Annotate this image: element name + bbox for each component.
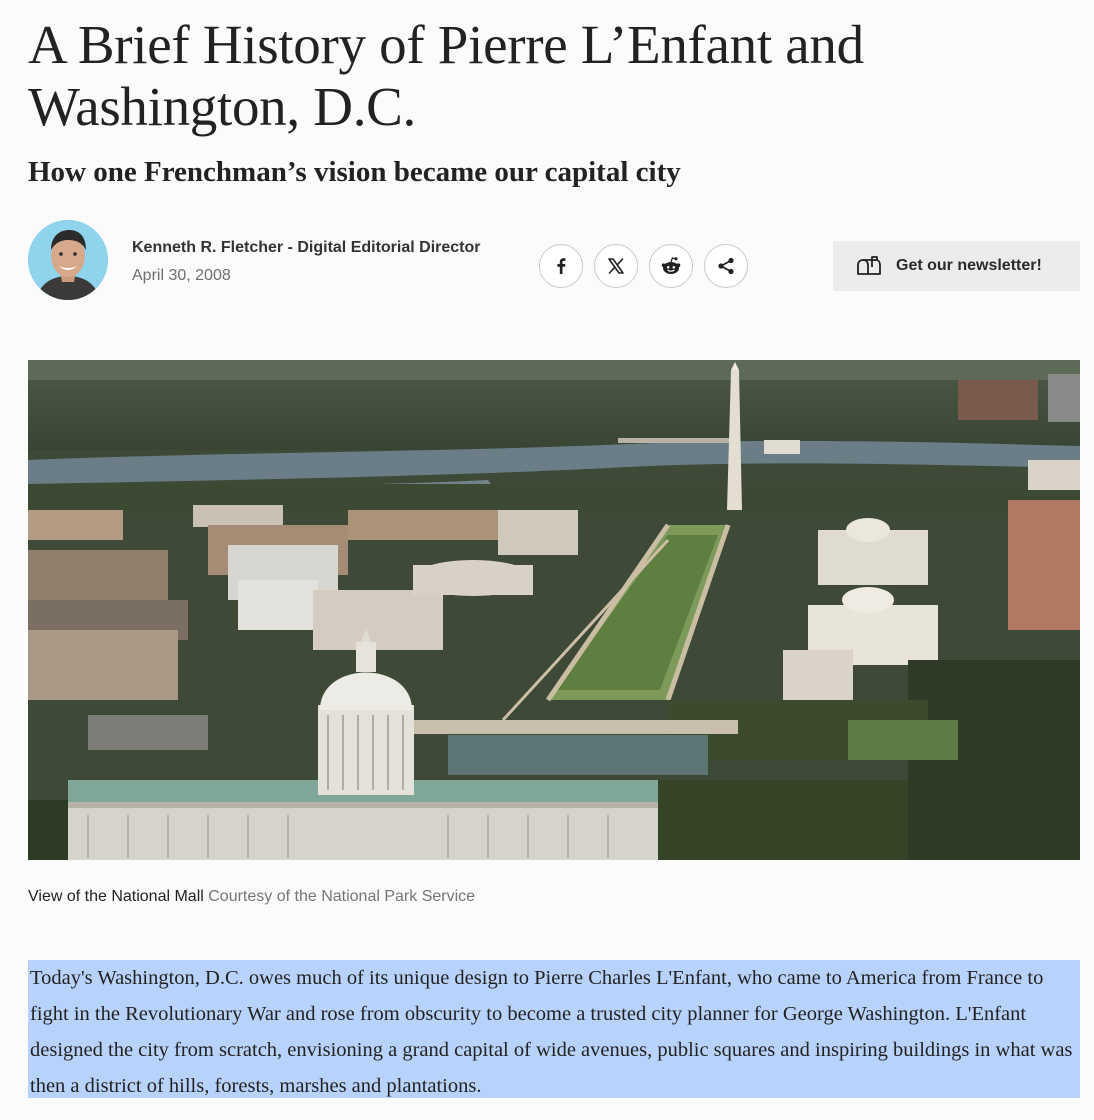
share-facebook-button[interactable] xyxy=(539,244,583,288)
share-reddit-button[interactable] xyxy=(649,244,693,288)
share-icon xyxy=(718,257,734,275)
newsletter-signup-button[interactable]: Get our newsletter! xyxy=(833,241,1080,291)
newsletter-label: Get our newsletter! xyxy=(896,257,1042,274)
reddit-icon xyxy=(661,257,681,274)
article-subtitle: How one Frenchman’s vision became our ca… xyxy=(28,156,681,188)
article-title: A Brief History of Pierre L’Enfant and W… xyxy=(28,14,864,137)
share-x-button[interactable] xyxy=(594,244,638,288)
share-more-button[interactable] xyxy=(704,244,748,288)
mailbox-icon xyxy=(856,256,882,276)
publish-date: April 30, 2008 xyxy=(132,267,231,284)
author-avatar[interactable] xyxy=(28,220,108,300)
author-name[interactable]: Kenneth R. Fletcher - Digital Editorial … xyxy=(132,239,481,257)
facebook-icon xyxy=(557,258,566,274)
image-caption: View of the National Mall Courtesy of th… xyxy=(28,888,475,906)
x-twitter-icon xyxy=(608,258,624,274)
caption-text: View of the National Mall xyxy=(28,888,204,905)
caption-credit: Courtesy of the National Park Service xyxy=(208,888,476,905)
national-mall-photo xyxy=(28,360,1080,860)
article-body-paragraph: Today's Washington, D.C. owes much of it… xyxy=(28,960,1080,1098)
